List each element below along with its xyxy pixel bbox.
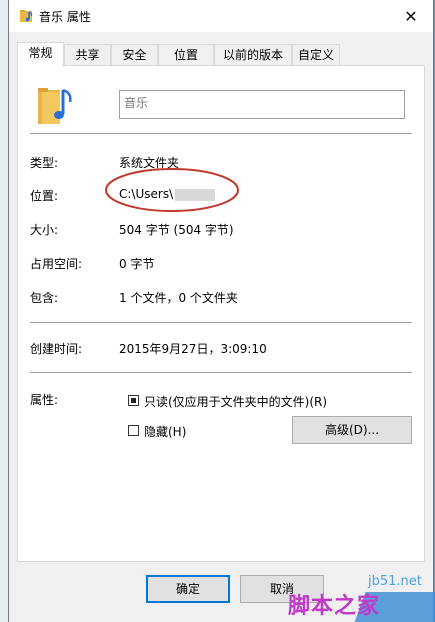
- tab-customize[interactable]: 自定义: [292, 44, 340, 66]
- location-label: 位置:: [30, 189, 59, 203]
- size-value: 504 字节 (504 字节): [119, 223, 234, 237]
- readonly-checkbox[interactable]: [128, 395, 139, 406]
- disk-size-value: 0 字节: [119, 257, 155, 271]
- advanced-button[interactable]: 高级(D)...: [292, 416, 412, 444]
- type-label: 类型:: [30, 156, 59, 170]
- tab-previous-versions[interactable]: 以前的版本: [214, 44, 292, 66]
- ok-button[interactable]: 确定: [146, 575, 230, 603]
- size-label: 大小:: [30, 223, 59, 237]
- watermark-site: jb51.net: [368, 574, 422, 589]
- window-title: 音乐 属性: [39, 10, 91, 24]
- tab-sharing[interactable]: 共享: [64, 44, 111, 66]
- close-button[interactable]: ✕: [389, 0, 433, 32]
- close-icon: ✕: [404, 6, 418, 26]
- created-value: 2015年9月27日，3:09:10: [119, 342, 267, 356]
- divider: [30, 372, 412, 373]
- watermark-text: 脚本之家: [288, 593, 381, 619]
- hidden-checkbox[interactable]: [128, 425, 139, 436]
- tab-location[interactable]: 位置: [158, 44, 214, 66]
- music-folder-large-icon: [38, 88, 72, 124]
- divider: [30, 322, 412, 323]
- annotation-ellipse: [105, 168, 239, 212]
- title-bar: 音乐 属性 ✕: [9, 0, 433, 32]
- general-panel: 音乐 类型: 系统文件夹 位置: C:\Users\ 大小: 504 字节 (5…: [17, 65, 425, 562]
- properties-dialog: 音乐 属性 ✕ 常规 共享 安全 位置 以前的版本 自定义 音乐 类型: 系统文…: [8, 0, 434, 622]
- contains-label: 包含:: [30, 291, 59, 305]
- folder-name-input[interactable]: 音乐: [119, 90, 405, 119]
- music-folder-icon: [20, 10, 33, 22]
- hidden-label[interactable]: 隐藏(H): [144, 423, 186, 440]
- contains-value: 1 个文件，0 个文件夹: [119, 291, 238, 305]
- divider: [30, 133, 412, 134]
- tab-security[interactable]: 安全: [111, 44, 158, 66]
- attributes-label: 属性:: [30, 393, 59, 407]
- created-label: 创建时间:: [30, 342, 83, 356]
- tab-general[interactable]: 常规: [17, 42, 64, 67]
- disk-size-label: 占用空间:: [30, 257, 83, 271]
- readonly-label[interactable]: 只读(仅应用于文件夹中的文件)(R): [144, 393, 327, 410]
- site-watermark: jb51.net 脚本之家: [270, 570, 435, 622]
